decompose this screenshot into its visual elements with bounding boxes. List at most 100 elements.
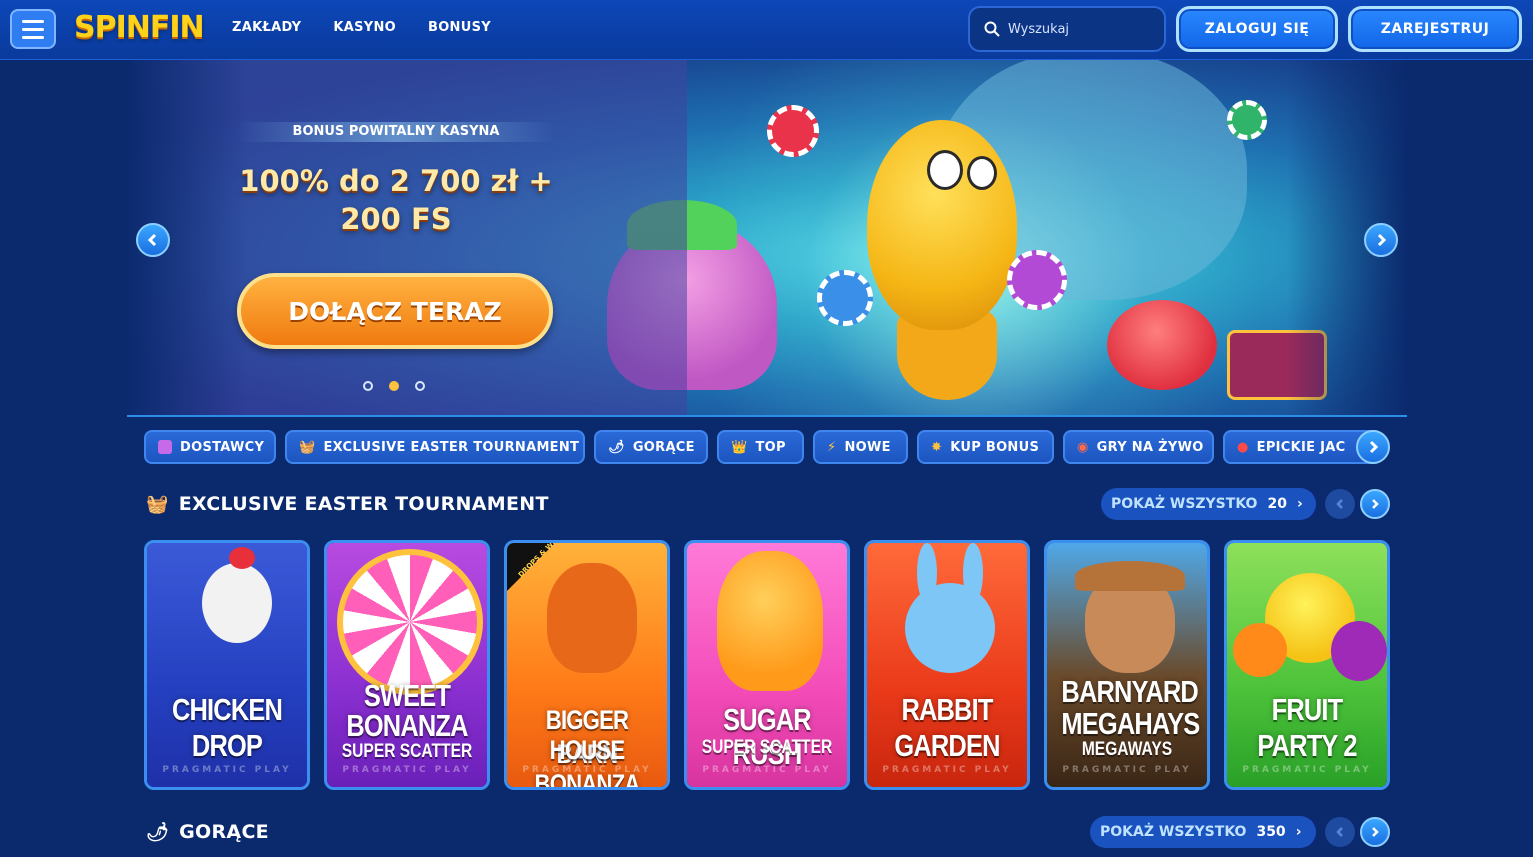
casino-chip-illustration xyxy=(1007,250,1067,310)
chicken-comb-illustration xyxy=(229,547,255,569)
login-button[interactable]: ZALOGUJ SIĘ xyxy=(1176,6,1338,52)
game-provider: PRAGMATIC PLAY xyxy=(702,765,832,775)
category-kup-bonus[interactable]: ✸ KUP BONUS xyxy=(917,430,1054,464)
game-card-bigger-barn-house-bonanza[interactable]: DROPS & WINS BIGGER BARN HOUSE BONANZA P… xyxy=(504,540,670,790)
game-title: BONANZA xyxy=(346,708,468,743)
fox-illustration xyxy=(547,563,637,673)
main-nav: ZAKŁADY KASYNO BONUSY xyxy=(232,20,491,35)
chevron-right-icon: › xyxy=(1296,496,1303,512)
game-card-chicken-drop[interactable]: CHICKEN DROP PRAGMATIC PLAY xyxy=(144,540,310,790)
game-subtitle: SUPER SCATTER xyxy=(341,741,473,762)
game-card-rabbit-garden[interactable]: RABBIT GARDEN PRAGMATIC PLAY xyxy=(864,540,1030,790)
show-all-label: POKAŻ WSZYSTKO xyxy=(1100,824,1247,840)
search-box[interactable] xyxy=(968,6,1166,52)
game-count: 350 xyxy=(1256,824,1286,840)
chevron-left-icon xyxy=(147,233,157,247)
section-prev-button[interactable] xyxy=(1325,817,1355,847)
basket-icon: 🧺 xyxy=(146,493,169,515)
category-top[interactable]: 👑 TOP xyxy=(717,430,804,464)
fish-eye-illustration xyxy=(927,150,963,190)
carousel-dot-active[interactable] xyxy=(389,381,399,391)
hamburger-menu-button[interactable] xyxy=(10,9,56,49)
category-dostawcy[interactable]: DOSTAWCY xyxy=(144,430,276,464)
show-all-easter-button[interactable]: POKAŻ WSZYSTKO 20 › xyxy=(1101,488,1316,520)
register-button[interactable]: ZAREJESTRUJ xyxy=(1348,6,1522,52)
section-prev-button[interactable] xyxy=(1325,489,1355,519)
show-all-gorace-button[interactable]: POKAŻ WSZYSTKO 350 › xyxy=(1090,816,1316,848)
rabbit-ear-illustration xyxy=(963,543,983,603)
game-title: RABBIT xyxy=(901,692,993,727)
casino-chip-illustration xyxy=(767,105,819,157)
category-label: GORĄCE xyxy=(632,439,695,455)
casino-chip-illustration xyxy=(1227,100,1267,140)
search-input[interactable] xyxy=(1008,21,1148,37)
category-label: EPICKIE JAC xyxy=(1256,439,1346,455)
chevron-right-icon xyxy=(1377,233,1387,247)
hero-prev-button[interactable] xyxy=(136,223,170,257)
nav-kasyno[interactable]: KASYNO xyxy=(333,20,396,35)
spinfin-logo[interactable]: SPINFIN xyxy=(74,10,205,45)
rabbit-ear-illustration xyxy=(917,543,937,603)
game-card-fruit-party-2[interactable]: FRUIT PARTY 2 PRAGMATIC PLAY xyxy=(1224,540,1390,790)
farmer-hat-illustration xyxy=(1075,561,1185,591)
category-label: EXCLUSIVE EASTER TOURNAMENT xyxy=(323,439,580,455)
bomb-icon: ● xyxy=(1237,439,1249,455)
carousel-dot[interactable] xyxy=(415,381,425,391)
game-provider: PRAGMATIC PLAY xyxy=(162,765,292,775)
game-title: HOUSE BONANZA xyxy=(534,735,641,790)
bonus-tag: BONUS POWITALNY KASYNA xyxy=(237,122,555,142)
game-subtitle: MEGAWAYS xyxy=(1081,739,1173,760)
hero-banner[interactable]: BONUS POWITALNY KASYNA 100% do 2 700 zł … xyxy=(127,60,1407,417)
category-gorace[interactable]: 🌶 GORĄCE xyxy=(594,430,708,464)
show-all-label: POKAŻ WSZYSTKO xyxy=(1111,496,1258,512)
plum-illustration xyxy=(1331,621,1387,681)
top-header: SPINFIN ZAKŁADY KASYNO BONUSY ZALOGUJ SI… xyxy=(0,0,1533,60)
join-now-button[interactable]: DOŁĄCZ TERAZ xyxy=(237,273,553,349)
casino-chip-illustration xyxy=(817,270,873,326)
hero-next-button[interactable] xyxy=(1364,223,1398,257)
game-title: CHICKEN xyxy=(171,692,283,727)
game-provider: PRAGMATIC PLAY xyxy=(342,765,472,775)
category-label: KUP BONUS xyxy=(950,439,1040,455)
bonus-freespins: 200 FS xyxy=(340,202,452,236)
orange-illustration xyxy=(1233,623,1287,677)
game-title: GARDEN xyxy=(894,728,1000,763)
game-card-sugar-rush[interactable]: SUGAR RUSH SUPER SCATTER PRAGMATIC PLAY xyxy=(684,540,850,790)
category-next-button[interactable] xyxy=(1356,430,1390,464)
category-label: GRY NA ŻYWO xyxy=(1096,439,1204,455)
bonus-amount: 100% do 2 700 zł + xyxy=(239,164,553,198)
chevron-left-icon xyxy=(1336,499,1343,509)
category-label: DOSTAWCY xyxy=(180,439,265,455)
category-easter-tournament[interactable]: 🧺 EXCLUSIVE EASTER TOURNAMENT xyxy=(285,430,585,464)
gummy-bear-illustration xyxy=(717,551,823,691)
chevron-right-icon xyxy=(1372,499,1379,509)
nav-bonusy[interactable]: BONUSY xyxy=(428,20,491,35)
chicken-illustration xyxy=(202,563,272,643)
nav-zaklady[interactable]: ZAKŁADY xyxy=(232,20,301,35)
game-provider: PRAGMATIC PLAY xyxy=(1242,765,1372,775)
basket-icon: 🧺 xyxy=(299,439,316,455)
game-provider: PRAGMATIC PLAY xyxy=(1062,765,1192,775)
star-icon: ✸ xyxy=(931,439,943,455)
search-icon xyxy=(984,21,1000,37)
game-title: BARNYARD xyxy=(1061,674,1198,709)
section-next-button[interactable] xyxy=(1360,489,1390,519)
section-next-button[interactable] xyxy=(1360,817,1390,847)
game-card-sweet-bonanza[interactable]: SWEET BONANZA SUPER SCATTER PRAGMATIC PL… xyxy=(324,540,490,790)
category-gry-na-zywo[interactable]: ◉ GRY NA ŻYWO xyxy=(1063,430,1214,464)
chevron-right-icon: › xyxy=(1295,824,1302,840)
lightning-icon: ⚡ xyxy=(827,439,837,455)
crab-illustration xyxy=(1107,300,1217,390)
chevron-right-icon xyxy=(1372,827,1379,837)
carousel-dots xyxy=(363,381,425,391)
roulette-icon: ◉ xyxy=(1077,439,1089,455)
category-nowe[interactable]: ⚡ NOWE xyxy=(813,430,908,464)
game-title: MEGAHAYS xyxy=(1061,706,1200,741)
carousel-dot[interactable] xyxy=(363,381,373,391)
game-card-barnyard-megahays[interactable]: BARNYARD MEGAHAYS MEGAWAYS PRAGMATIC PLA… xyxy=(1044,540,1210,790)
game-count: 20 xyxy=(1267,496,1287,512)
chili-icon: 🌶 xyxy=(146,821,170,843)
game-title: DROP xyxy=(191,728,263,763)
category-label: TOP xyxy=(755,439,786,455)
provider-icon xyxy=(158,440,172,454)
